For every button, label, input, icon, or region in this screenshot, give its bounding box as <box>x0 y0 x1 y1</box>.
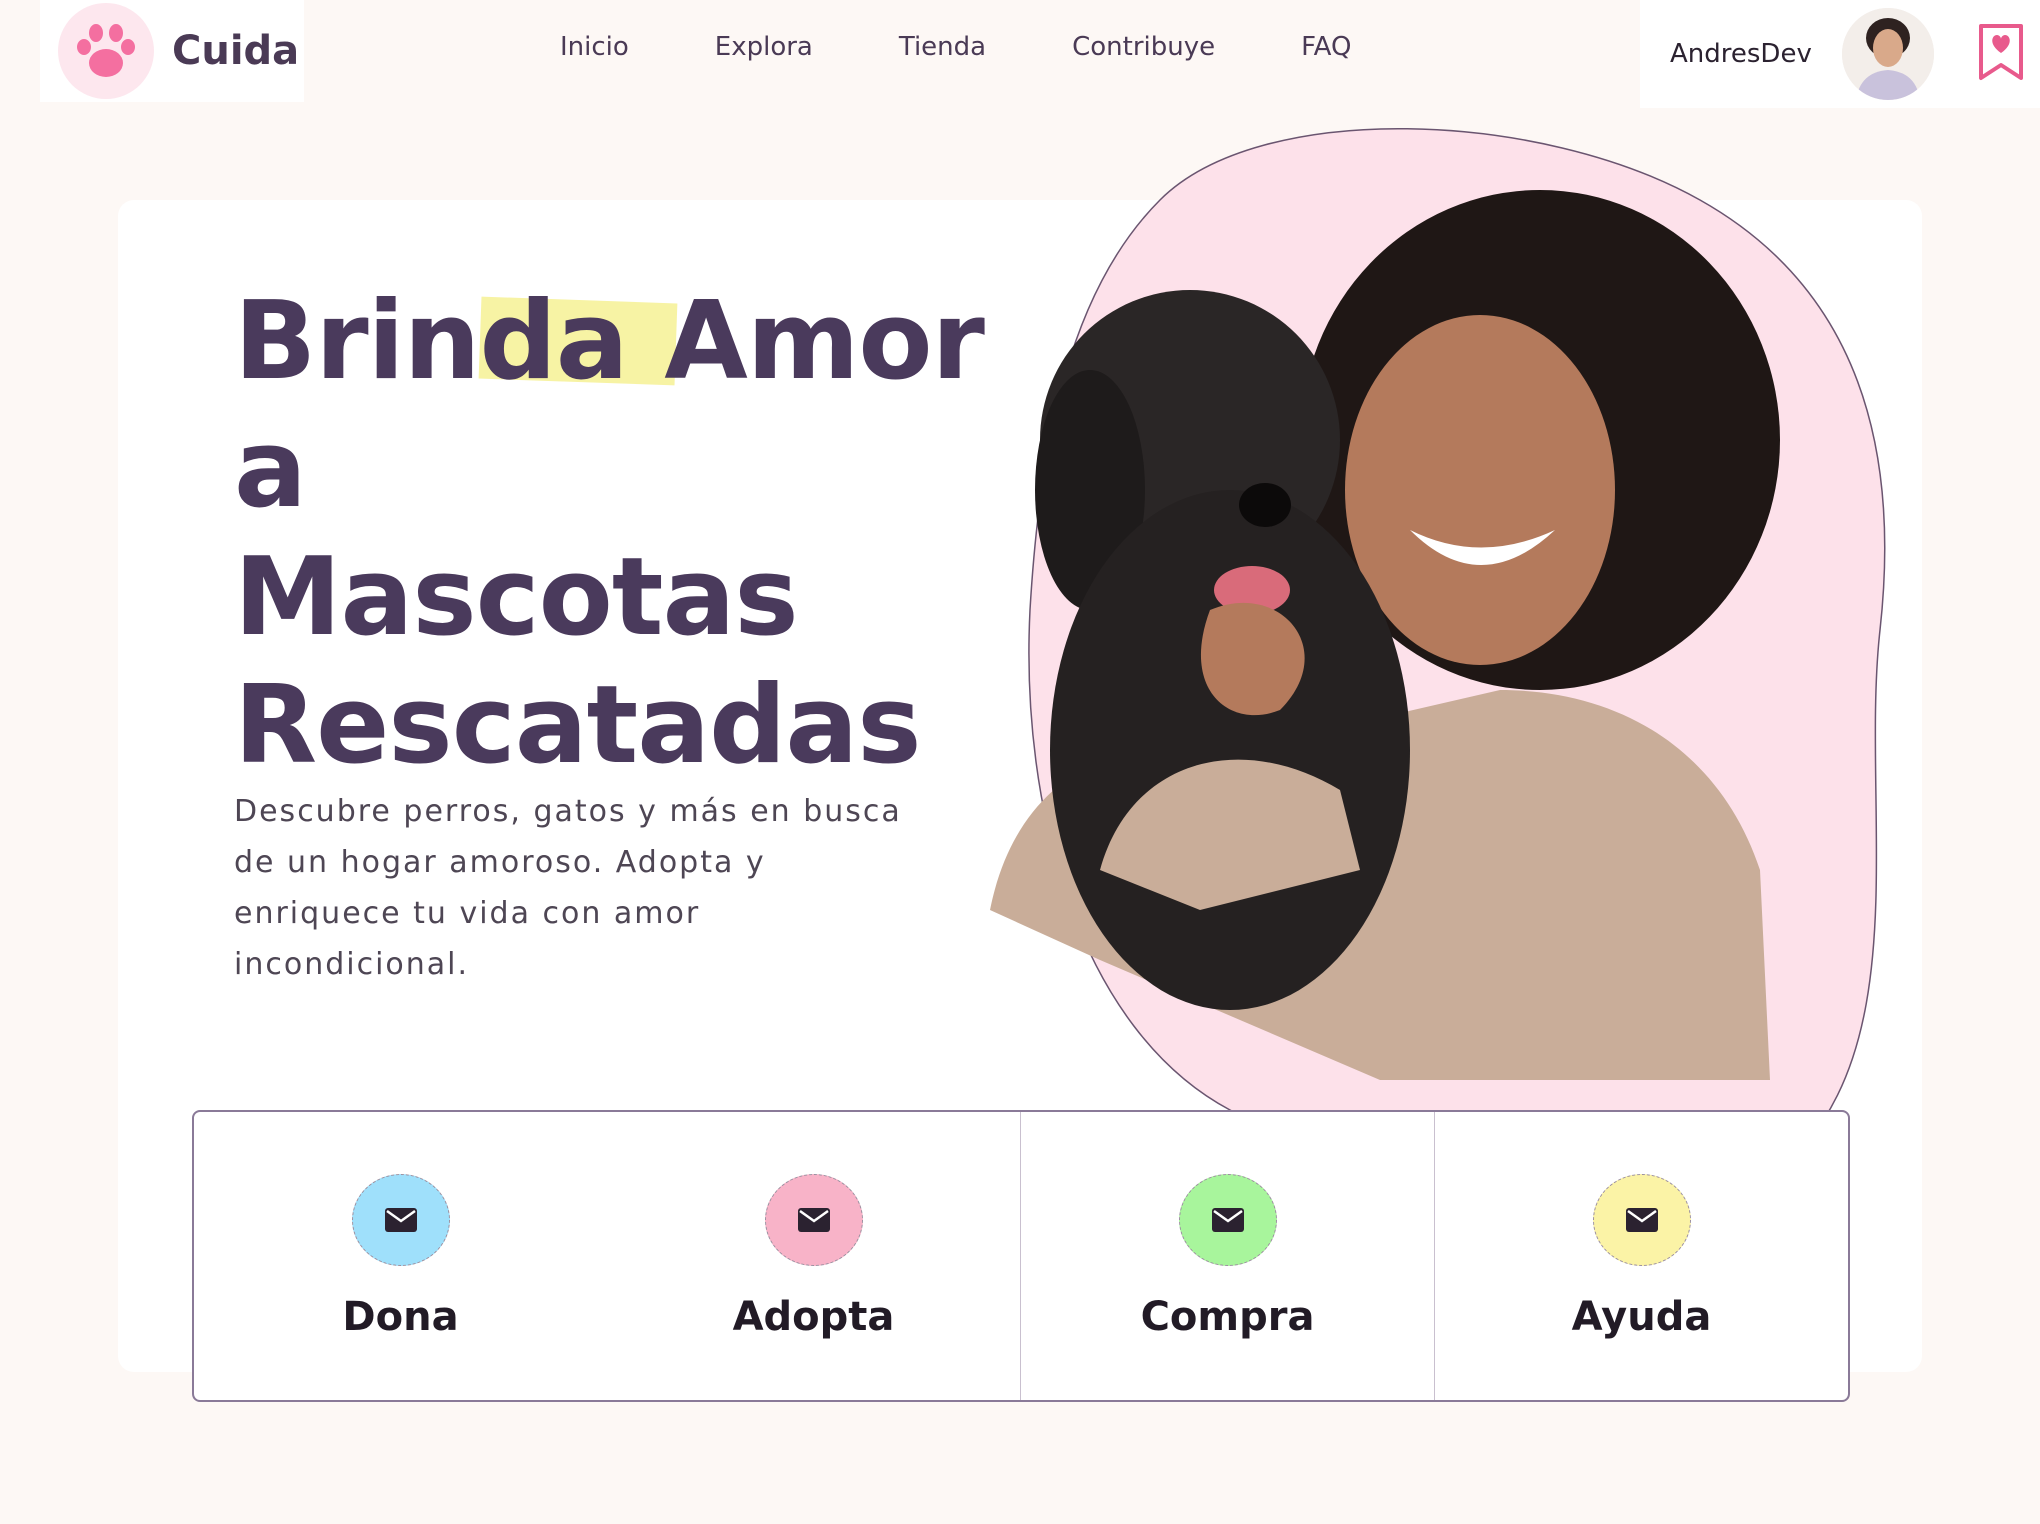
dona-icon-circle <box>351 1174 450 1266</box>
hero-title: Brinda Amor a Mascotas Rescatadas <box>234 278 1034 790</box>
hero-title-line2: Mascotas <box>234 535 799 660</box>
envelope-icon <box>797 1208 830 1232</box>
action-dona-label: Dona <box>342 1294 459 1340</box>
user-area: AndresDev <box>1640 0 2040 108</box>
hero-photo <box>990 127 1886 1210</box>
action-dona[interactable]: Dona <box>194 1112 607 1400</box>
nav-item-tienda[interactable]: Tienda <box>899 32 986 62</box>
action-ayuda-label: Ayuda <box>1571 1294 1712 1340</box>
nav-item-contribuye[interactable]: Contribuye <box>1072 32 1215 62</box>
hero-title-line1: Brinda Amor a <box>234 279 985 532</box>
actions-panel: Dona Adopta Compra Ayuda <box>192 1110 1850 1402</box>
envelope-icon <box>384 1208 417 1232</box>
nav-item-inicio[interactable]: Inicio <box>560 32 629 62</box>
action-compra-label: Compra <box>1140 1294 1315 1340</box>
nav-item-faq[interactable]: FAQ <box>1301 32 1351 62</box>
action-adopta[interactable]: Adopta <box>607 1112 1020 1400</box>
action-ayuda[interactable]: Ayuda <box>1434 1112 1848 1400</box>
action-adopta-label: Adopta <box>732 1294 895 1340</box>
envelope-icon <box>1625 1208 1658 1232</box>
paw-icon <box>58 3 154 99</box>
nav-item-explora[interactable]: Explora <box>715 32 813 62</box>
action-compra[interactable]: Compra <box>1020 1112 1434 1400</box>
avatar-icon[interactable] <box>1841 8 1934 100</box>
brand-name: Cuida <box>172 28 300 74</box>
hero-description: Descubre perros, gatos y más en busca de… <box>234 794 902 982</box>
envelope-icon <box>1211 1208 1244 1232</box>
adopta-icon-circle <box>764 1174 863 1266</box>
heart-bookmark-icon[interactable] <box>1978 23 2024 85</box>
compra-icon-circle <box>1178 1174 1277 1266</box>
username[interactable]: AndresDev <box>1670 39 1812 69</box>
ayuda-icon-circle <box>1592 1174 1691 1266</box>
hero-title-line3: Rescatadas <box>234 663 922 788</box>
main-nav: Inicio Explora Tienda Contribuye FAQ <box>560 32 1437 62</box>
brand-logo[interactable]: Cuida <box>40 0 304 102</box>
